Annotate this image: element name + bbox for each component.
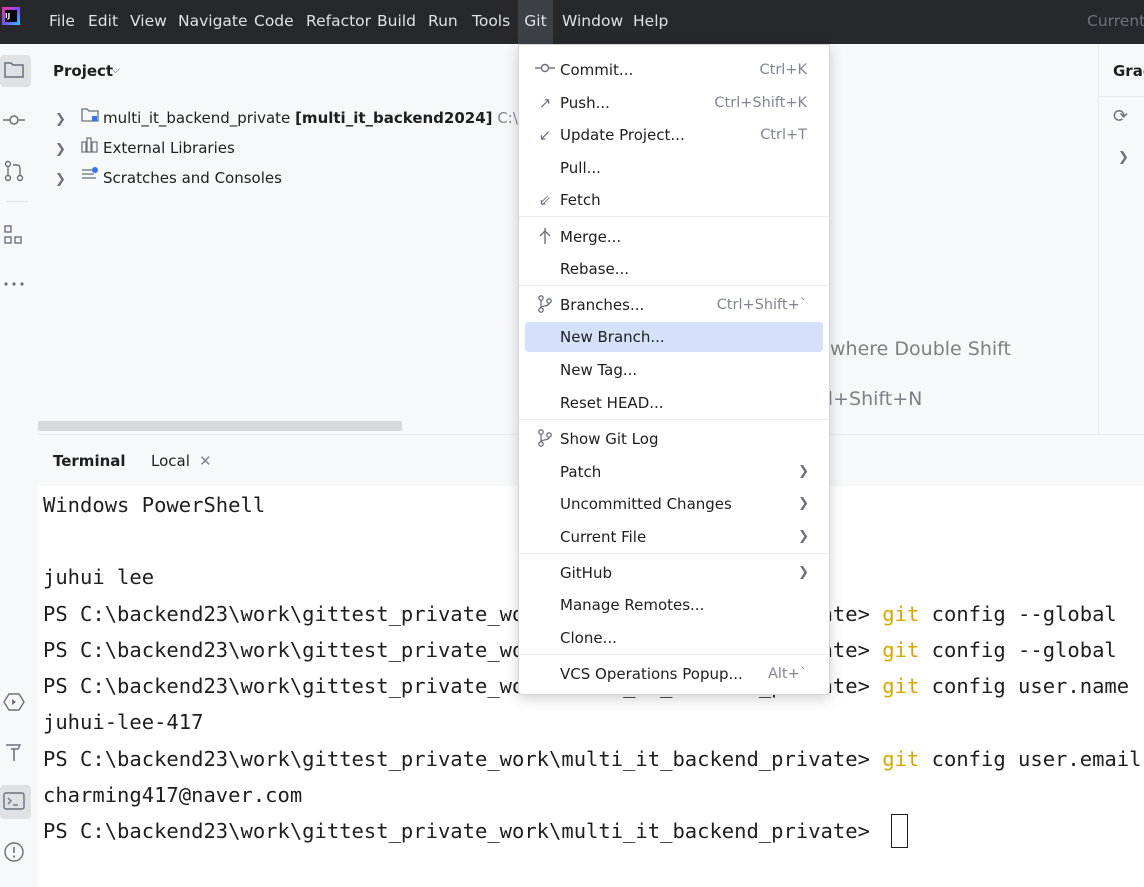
tree-label: External Libraries xyxy=(103,139,235,157)
menu-item-push[interactable]: ↗ Push... Ctrl+Shift+K xyxy=(525,88,823,118)
menu-run[interactable]: Run xyxy=(428,0,458,44)
menu-separator xyxy=(519,419,829,420)
library-icon xyxy=(81,134,103,162)
menu-separator xyxy=(519,285,829,286)
chevron-down-icon[interactable]: ⌵ xyxy=(111,62,120,77)
new-file-hint: rl+Shift+N xyxy=(820,388,923,410)
close-icon[interactable]: ✕ xyxy=(199,452,212,470)
gradle-divider xyxy=(1098,96,1144,97)
problems-icon[interactable] xyxy=(3,841,25,863)
intellij-logo-icon[interactable]: IJ xyxy=(2,7,20,25)
menu-item-github[interactable]: GitHub ❯ xyxy=(525,558,823,588)
structure-icon[interactable] xyxy=(3,224,25,246)
gradle-tool-window xyxy=(1098,44,1144,434)
menu-tools[interactable]: Tools xyxy=(472,0,510,44)
tab-local[interactable]: Local xyxy=(151,452,190,470)
menu-git[interactable]: Git xyxy=(518,0,553,44)
terminal-cursor xyxy=(891,814,908,848)
merge-icon xyxy=(535,227,555,247)
menu-separator xyxy=(519,553,829,554)
menu-item-manage-remotes[interactable]: Manage Remotes... xyxy=(525,590,823,620)
chevron-right-icon[interactable]: ❯ xyxy=(55,166,81,194)
chevron-right-icon[interactable]: ❯ xyxy=(55,106,81,134)
menu-item-commit[interactable]: Commit... Ctrl+K xyxy=(525,55,823,85)
update-arrow-icon: ↙ xyxy=(538,126,552,144)
menu-item-fetch[interactable]: ⇙ Fetch xyxy=(525,185,823,215)
chevron-right-icon: ❯ xyxy=(798,565,809,580)
module-name: [multi_it_backend2024] xyxy=(295,109,493,127)
tool-separator xyxy=(6,201,28,202)
menu-item-reset-head[interactable]: Reset HEAD... xyxy=(525,388,823,418)
menu-item-clone[interactable]: Clone... xyxy=(525,623,823,653)
pull-requests-icon[interactable] xyxy=(3,160,25,182)
terminal-line: Windows PowerShell xyxy=(43,493,266,517)
module-folder-icon xyxy=(81,104,103,132)
tree-item-project-root[interactable]: ❯ multi_it_backend_private [multi_it_back… xyxy=(55,104,572,132)
git-dropdown-menu: Commit... Ctrl+K ↗ Push... Ctrl+Shift+K … xyxy=(518,44,830,695)
menu-item-pull[interactable]: Pull... xyxy=(525,153,823,183)
services-icon[interactable] xyxy=(3,691,25,713)
menu-item-show-git-log[interactable]: Show Git Log xyxy=(525,424,823,454)
horizontal-scrollbar[interactable] xyxy=(38,421,402,431)
terminal-icon[interactable] xyxy=(3,791,25,813)
terminal-line: charming417@naver.com xyxy=(43,783,303,807)
menu-item-new-tag[interactable]: New Tag... xyxy=(525,355,823,385)
tree-item-external-libraries[interactable]: ❯ External Libraries xyxy=(55,134,235,162)
terminal-prompt-line: PS C:\backend23\work\gittest_private_wor… xyxy=(43,819,883,843)
menu-item-current-file[interactable]: Current File ❯ xyxy=(525,522,823,552)
search-everywhere-hint: where Double Shift xyxy=(830,338,1011,360)
project-panel-title[interactable]: Project xyxy=(53,62,113,80)
chevron-right-icon: ❯ xyxy=(798,529,809,544)
menu-item-rebase[interactable]: Rebase... xyxy=(525,254,823,284)
chevron-right-icon[interactable]: ❯ xyxy=(1118,150,1129,165)
terminal-line: PS C:\backend23\work\gittest_private_wor… xyxy=(43,747,1142,771)
more-tools-icon[interactable] xyxy=(3,273,25,295)
project-name: multi_it_backend_private xyxy=(103,109,291,127)
branch-icon xyxy=(535,295,555,315)
menu-item-patch[interactable]: Patch ❯ xyxy=(525,457,823,487)
menu-window[interactable]: Window xyxy=(562,0,623,44)
menu-file[interactable]: File xyxy=(49,0,75,44)
chevron-right-icon: ❯ xyxy=(798,464,809,479)
menu-item-uncommitted-changes[interactable]: Uncommitted Changes ❯ xyxy=(525,489,823,519)
push-arrow-icon: ↗ xyxy=(538,94,552,112)
terminal-line: juhui-lee-417 xyxy=(43,710,204,734)
chevron-right-icon: ❯ xyxy=(798,496,809,511)
commit-icon xyxy=(535,60,555,80)
terminal-line: juhui lee xyxy=(43,565,155,589)
menu-edit[interactable]: Edit xyxy=(88,0,118,44)
terminal-title: Terminal xyxy=(53,452,126,470)
menu-item-update-project[interactable]: ↙ Update Project... Ctrl+T xyxy=(525,120,823,150)
folder-icon[interactable] xyxy=(3,60,25,82)
menu-build[interactable]: Build xyxy=(377,0,416,44)
menu-help[interactable]: Help xyxy=(633,0,668,44)
tree-label: Scratches and Consoles xyxy=(103,169,282,187)
commit-tool-icon[interactable] xyxy=(3,110,25,132)
menu-separator xyxy=(519,654,829,655)
chevron-right-icon[interactable]: ❯ xyxy=(55,136,81,164)
refresh-icon[interactable]: ⟳ xyxy=(1113,106,1128,127)
run-config-selector[interactable]: Current xyxy=(1087,0,1144,44)
menu-view[interactable]: View xyxy=(130,0,167,44)
menu-item-branches[interactable]: Branches... Ctrl+Shift+` xyxy=(525,290,823,320)
build-hammer-icon[interactable] xyxy=(3,741,25,763)
menu-navigate[interactable]: Navigate xyxy=(178,0,248,44)
menu-item-vcs-operations-popup[interactable]: VCS Operations Popup... Alt+` xyxy=(525,659,823,689)
menu-refactor[interactable]: Refactor xyxy=(306,0,371,44)
menu-item-merge[interactable]: Merge... xyxy=(525,222,823,252)
tree-item-scratches[interactable]: ❯ Scratches and Consoles xyxy=(55,164,282,192)
menu-item-new-branch[interactable]: New Branch... xyxy=(525,322,823,352)
fetch-icon: ⇙ xyxy=(538,191,552,209)
menu-code[interactable]: Code xyxy=(254,0,294,44)
git-log-icon xyxy=(535,429,555,449)
gradle-panel-title[interactable]: Grad xyxy=(1113,62,1144,80)
menu-separator xyxy=(519,216,829,217)
scratches-icon xyxy=(81,164,103,192)
